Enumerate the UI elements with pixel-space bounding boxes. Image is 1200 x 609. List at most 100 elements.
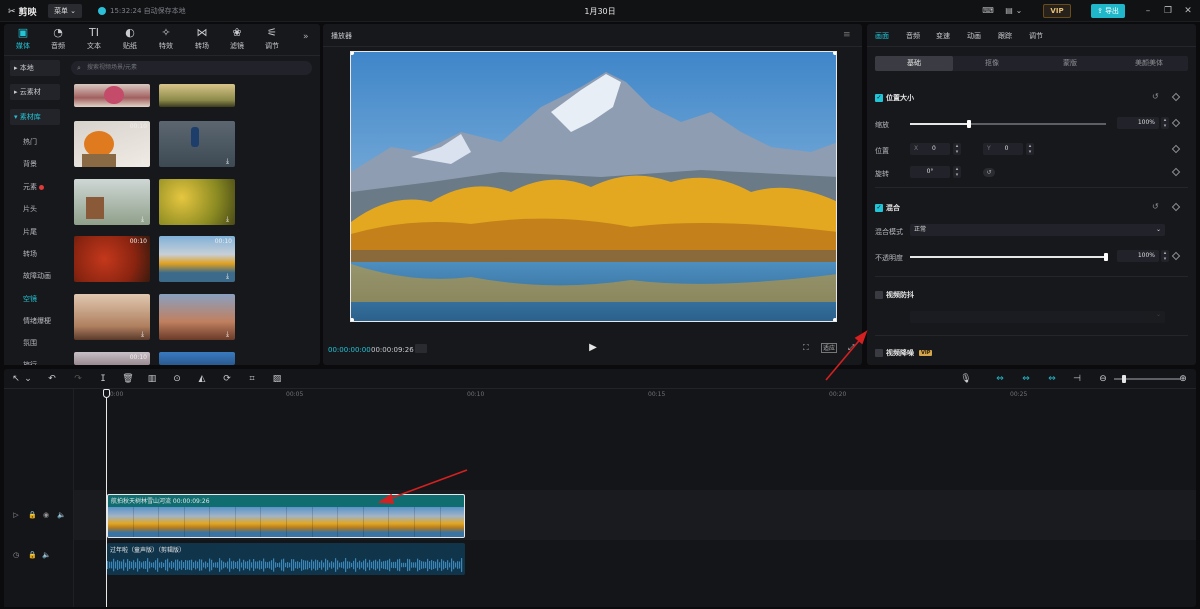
tab-effects[interactable]: ✧ 特效 [149, 26, 183, 51]
media-thumb[interactable]: 00:10 ⤓ [159, 236, 235, 282]
close-icon[interactable]: ✕ [1182, 5, 1194, 17]
stepper-icon[interactable]: ▴ ▾ [953, 166, 961, 178]
stepper-icon[interactable]: ▴ ▾ [1026, 143, 1034, 155]
stepper-icon[interactable]: ▴ ▾ [953, 143, 961, 155]
undo-icon[interactable]: ↶ [46, 373, 58, 385]
layout-icon[interactable]: ▤ [1003, 5, 1015, 17]
lock-icon[interactable]: 🔒 [28, 551, 37, 559]
opacity-input[interactable]: 100% [1117, 250, 1159, 262]
checkbox-unchecked-icon[interactable] [875, 291, 883, 299]
blend-mode-select[interactable]: 正常 ⌄ [910, 224, 1165, 236]
keyframe-icon[interactable] [1171, 92, 1181, 102]
export-button[interactable]: ⇪ 导出 [1091, 4, 1125, 18]
download-icon[interactable]: ⤓ [223, 157, 232, 165]
download-icon[interactable]: ⤓ [223, 272, 232, 280]
sidebar-sub-atmosphere[interactable]: 氛围 [23, 338, 37, 348]
keyframe-icon[interactable] [1171, 251, 1181, 261]
zoom-out-icon[interactable]: ⊖ [1097, 373, 1109, 385]
tab-sticker[interactable]: ◐ 贴纸 [113, 26, 147, 51]
shortcut-icon[interactable]: ⌨ [982, 5, 994, 17]
zoom-slider[interactable] [1114, 375, 1180, 383]
resize-handle[interactable] [833, 52, 836, 55]
sidebar-sub-background[interactable]: 背景 [23, 159, 37, 169]
opacity-slider[interactable] [910, 253, 1108, 261]
media-thumb[interactable] [159, 352, 235, 365]
media-thumb[interactable]: 00:10 [74, 236, 150, 282]
eye-icon[interactable]: ◉ [42, 511, 50, 519]
mute-icon[interactable]: 🔈 [42, 551, 51, 559]
slider-handle[interactable] [1122, 375, 1126, 383]
delete-icon[interactable]: 🗑 [122, 373, 134, 385]
preview-axis-icon[interactable]: ⊣ [1071, 373, 1083, 385]
section-blend[interactable]: ✓ 混合 [875, 203, 900, 213]
download-icon[interactable]: ⤓ [223, 330, 232, 338]
rotate-dial-icon[interactable]: ↺ [983, 168, 995, 177]
stepper-icon[interactable]: ▴ ▾ [1161, 117, 1169, 129]
tab-text[interactable]: TI 文本 [77, 26, 111, 51]
sidebar-item-library[interactable]: ▾ 素材库 [10, 109, 60, 125]
position-x-input[interactable]: X 0 [910, 143, 950, 155]
sidebar-item-cloud[interactable]: ▸ 云素材 [10, 84, 60, 100]
main-track-magnet-icon[interactable]: ⇔ [994, 373, 1006, 385]
rotate-icon[interactable]: ⟳ [221, 373, 233, 385]
fullscreen-icon[interactable]: ⤢ [848, 342, 854, 354]
media-thumb[interactable] [74, 84, 150, 107]
stepper-icon[interactable]: ▴ ▾ [1161, 250, 1169, 262]
tab-media[interactable]: ▣ 媒体 [6, 26, 40, 51]
subtab-beauty[interactable]: 美颜美体 [1110, 56, 1188, 71]
sidebar-sub-hot[interactable]: 热门 [23, 137, 37, 147]
playhead-handle[interactable] [103, 389, 110, 398]
checkbox-unchecked-icon[interactable] [875, 349, 883, 357]
download-icon[interactable]: ⤓ [138, 157, 147, 165]
media-thumb[interactable] [159, 84, 235, 107]
sidebar-item-local[interactable]: ▸ 本地 [10, 60, 60, 76]
sidebar-sub-transition[interactable]: 转场 [23, 249, 37, 259]
keyframe-icon[interactable] [1171, 118, 1181, 128]
freeze-icon[interactable]: ▥ [146, 373, 158, 385]
media-thumb[interactable]: ⤓ [74, 294, 150, 340]
vip-badge[interactable]: VIP [1043, 4, 1071, 18]
ratio-button[interactable]: 适应 [821, 343, 838, 353]
split-icon[interactable]: ⵊ [97, 373, 109, 385]
position-y-input[interactable]: Y 0 [983, 143, 1023, 155]
video-preview[interactable] [350, 51, 837, 322]
select-cursor-icon[interactable]: ↖ [10, 373, 22, 385]
minimize-icon[interactable]: – [1142, 5, 1154, 17]
tab-transition[interactable]: ⋈ 转场 [185, 26, 219, 51]
menu-button[interactable]: 菜单 ⌄ [48, 4, 82, 18]
sidebar-sub-elements[interactable]: 元素 [23, 182, 44, 192]
resize-handle[interactable] [833, 318, 836, 321]
subtab-mask[interactable]: 蒙版 [1031, 56, 1109, 71]
menu-icon[interactable]: ≡ [843, 30, 851, 40]
tab-audio-prop[interactable]: 音频 [906, 31, 920, 41]
keyframe-icon[interactable] [1171, 167, 1181, 177]
media-thumb[interactable]: ⤓ [159, 294, 235, 340]
sidebar-sub-outro[interactable]: 片尾 [23, 227, 37, 237]
tab-filter[interactable]: ❀ 滤镜 [220, 26, 254, 51]
reset-icon[interactable]: ↺ [1152, 92, 1159, 101]
download-icon[interactable]: ⤓ [223, 215, 232, 223]
mirror-icon[interactable]: ◭ [196, 373, 208, 385]
tab-tracking[interactable]: 跟踪 [998, 31, 1012, 41]
download-icon[interactable]: ⤓ [138, 330, 147, 338]
checkbox-checked-icon[interactable]: ✓ [875, 94, 883, 102]
keyframe-icon[interactable] [1171, 144, 1181, 154]
media-thumb[interactable]: 00:10 ⤓ [74, 121, 150, 167]
audio-clip[interactable]: 过年啦（童声版）（剪辑版） [107, 543, 465, 575]
chevron-down-icon[interactable]: ⌄ [1015, 5, 1023, 17]
slider-handle[interactable] [966, 120, 971, 128]
section-stabilize[interactable]: 视频防抖 [875, 290, 914, 300]
crop-frame-icon[interactable]: ⛶ [803, 342, 809, 354]
playhead[interactable] [106, 390, 107, 607]
linkage-icon[interactable]: ⇔ [1046, 373, 1058, 385]
restore-icon[interactable]: ❐ [1162, 5, 1174, 17]
mute-icon[interactable]: 🔈 [57, 511, 66, 519]
checkbox-checked-icon[interactable]: ✓ [875, 204, 883, 212]
scale-input[interactable]: 100% [1117, 117, 1159, 129]
slider-handle[interactable] [1104, 253, 1108, 261]
reset-icon[interactable]: ↺ [1152, 202, 1159, 211]
sidebar-sub-intro[interactable]: 片头 [23, 204, 37, 214]
crop-icon[interactable]: ⌗ [246, 373, 258, 385]
subtab-basic[interactable]: 基础 [875, 56, 953, 71]
timecode-toggle-icon[interactable] [415, 344, 427, 353]
